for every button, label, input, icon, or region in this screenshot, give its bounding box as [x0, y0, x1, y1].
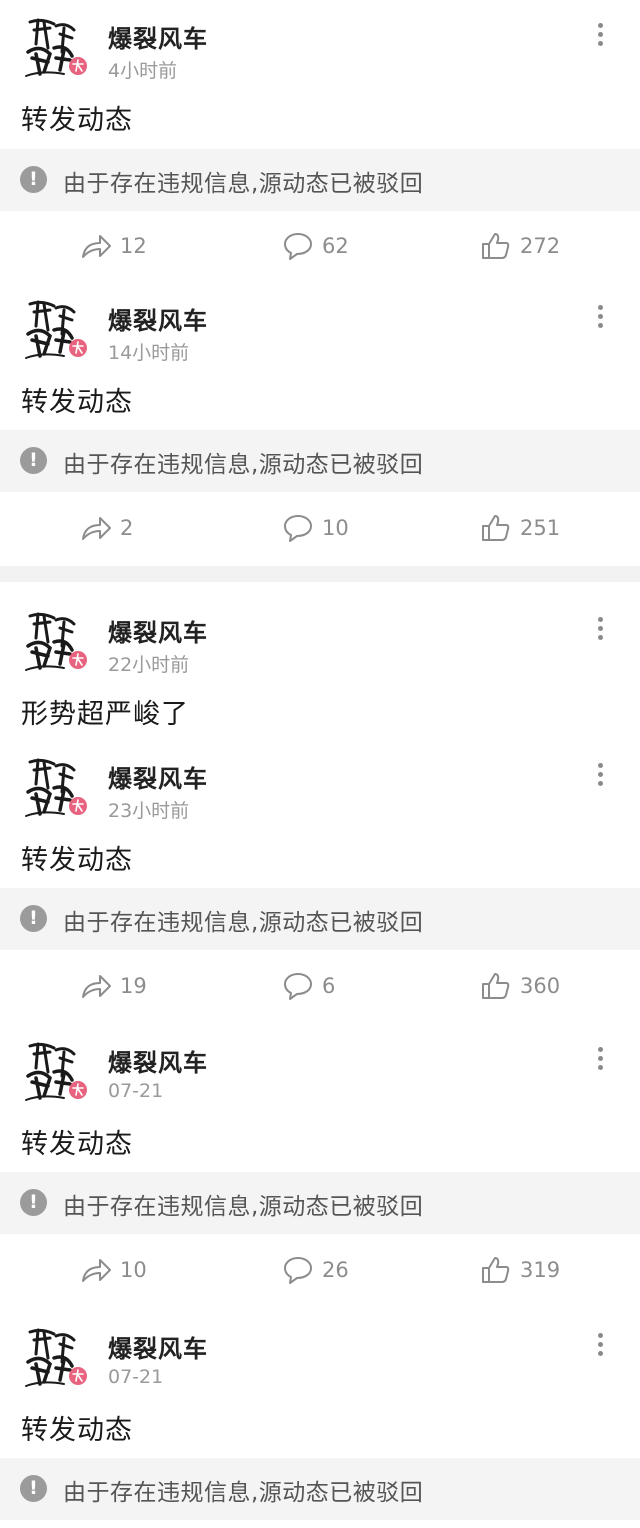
comment-button[interactable]: 6 — [282, 966, 335, 1006]
post-text: 转发动态 — [21, 1129, 133, 1160]
post-time: 14小时前 — [108, 342, 190, 364]
avatar[interactable] — [20, 1324, 90, 1394]
comment-button[interactable]: 26 — [282, 1250, 349, 1290]
post-time: 07-21 — [108, 1080, 164, 1102]
avatar[interactable] — [20, 296, 90, 366]
notice-text: 由于存在违规信息,源动态已被驳回 — [63, 452, 424, 478]
share-arrow-icon — [82, 1259, 111, 1282]
rejected-notice: ! 由于存在违规信息,源动态已被驳回 — [0, 149, 640, 211]
post-time: 23小时前 — [108, 800, 190, 822]
thumbs-up-icon — [482, 973, 510, 999]
more-vertical-icon[interactable] — [588, 20, 612, 50]
comment-count: 26 — [322, 1258, 349, 1282]
more-vertical-icon[interactable] — [588, 614, 612, 644]
comment-bubble-icon — [284, 973, 312, 1000]
like-button[interactable]: 360 — [480, 966, 560, 1006]
like-count: 272 — [520, 234, 561, 258]
like-button[interactable]: 251 — [480, 508, 560, 548]
share-arrow-icon — [82, 517, 111, 540]
notice-text: 由于存在违规信息,源动态已被驳回 — [63, 910, 424, 936]
username[interactable]: 爆裂风车 — [108, 19, 208, 54]
like-button[interactable]: 319 — [480, 1250, 560, 1290]
share-arrow-icon — [82, 235, 111, 258]
avatar[interactable] — [20, 14, 90, 84]
avatar[interactable] — [20, 754, 90, 824]
action-bar: 10 26 319 — [0, 1250, 640, 1290]
share-button[interactable]: 2 — [80, 508, 133, 548]
action-bar: 12 62 272 — [0, 226, 640, 266]
exclamation-circle-icon: ! — [20, 166, 47, 193]
rejected-notice: ! 由于存在违规信息,源动态已被驳回 — [0, 1458, 640, 1520]
comment-count: 62 — [322, 234, 349, 258]
rejected-notice: ! 由于存在违规信息,源动态已被驳回 — [0, 888, 640, 950]
post-time: 22小时前 — [108, 654, 190, 676]
notice-text: 由于存在违规信息,源动态已被驳回 — [63, 171, 424, 197]
username[interactable]: 爆裂风车 — [108, 301, 208, 336]
more-vertical-icon[interactable] — [588, 302, 612, 332]
exclamation-circle-icon: ! — [20, 447, 47, 474]
post-text: 转发动态 — [21, 845, 133, 876]
post-time: 07-21 — [108, 1366, 164, 1388]
comment-bubble-icon — [284, 1257, 312, 1284]
post-text: 转发动态 — [21, 387, 133, 418]
post-text: 转发动态 — [21, 105, 133, 136]
username[interactable]: 爆裂风车 — [108, 1043, 208, 1078]
rejected-notice: ! 由于存在违规信息,源动态已被驳回 — [0, 430, 640, 492]
like-count: 360 — [520, 974, 561, 998]
share-button[interactable]: 10 — [80, 1250, 147, 1290]
comment-button[interactable]: 10 — [282, 508, 349, 548]
action-bar: 2 10 251 — [0, 508, 640, 548]
share-count: 10 — [120, 1258, 147, 1282]
share-count: 2 — [120, 516, 134, 540]
notice-text: 由于存在违规信息,源动态已被驳回 — [63, 1480, 424, 1506]
username[interactable]: 爆裂风车 — [108, 759, 208, 794]
comment-button[interactable]: 62 — [282, 226, 349, 266]
more-vertical-icon[interactable] — [588, 1330, 612, 1360]
section-divider — [0, 566, 640, 582]
comment-bubble-icon — [284, 233, 312, 260]
comment-bubble-icon — [284, 515, 312, 542]
exclamation-circle-icon: ! — [20, 1475, 47, 1502]
share-button[interactable]: 12 — [80, 226, 147, 266]
comment-count: 10 — [322, 516, 349, 540]
post-time: 4小时前 — [108, 60, 178, 82]
username[interactable]: 爆裂风车 — [108, 613, 208, 648]
post-text: 形势超严峻了 — [21, 699, 189, 730]
action-bar: 19 6 360 — [0, 966, 640, 1006]
like-count: 251 — [520, 516, 561, 540]
comment-count: 6 — [322, 974, 336, 998]
thumbs-up-icon — [482, 515, 510, 541]
thumbs-up-icon — [482, 1257, 510, 1283]
avatar[interactable] — [20, 608, 90, 678]
thumbs-up-icon — [482, 233, 510, 259]
username[interactable]: 爆裂风车 — [108, 1329, 208, 1364]
share-count: 19 — [120, 974, 147, 998]
share-button[interactable]: 19 — [80, 966, 147, 1006]
share-count: 12 — [120, 234, 147, 258]
share-arrow-icon — [82, 975, 111, 998]
post-text: 转发动态 — [21, 1415, 133, 1446]
more-vertical-icon[interactable] — [588, 1044, 612, 1074]
exclamation-circle-icon: ! — [20, 905, 47, 932]
avatar[interactable] — [20, 1038, 90, 1108]
like-button[interactable]: 272 — [480, 226, 560, 266]
exclamation-circle-icon: ! — [20, 1189, 47, 1216]
more-vertical-icon[interactable] — [588, 760, 612, 790]
notice-text: 由于存在违规信息,源动态已被驳回 — [63, 1194, 424, 1220]
rejected-notice: ! 由于存在违规信息,源动态已被驳回 — [0, 1172, 640, 1234]
like-count: 319 — [520, 1258, 561, 1282]
